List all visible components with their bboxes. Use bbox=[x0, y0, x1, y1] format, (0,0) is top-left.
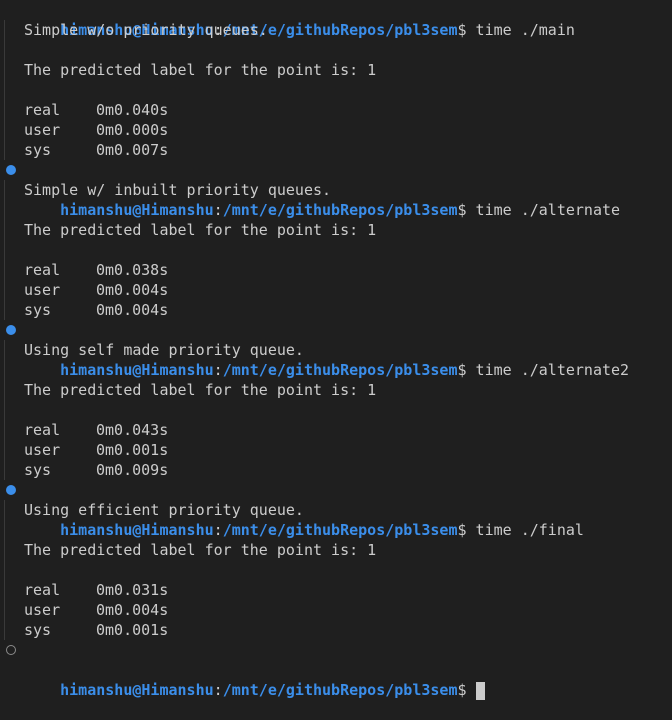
time-label: real bbox=[24, 421, 61, 439]
current-prompt-line[interactable]: himanshu@Himanshu:/mnt/e/githubRepos/pbl… bbox=[0, 640, 672, 700]
text-cursor[interactable] bbox=[475, 681, 485, 700]
output-message: Using self made priority queue. bbox=[24, 341, 304, 359]
time-label: sys bbox=[24, 141, 52, 159]
time-label: user bbox=[24, 601, 61, 619]
time-value: 0m0.043s bbox=[96, 421, 169, 439]
prompt-line: himanshu@Himanshu:/mnt/e/githubRepos/pbl… bbox=[0, 320, 672, 379]
command-gutter-bar bbox=[4, 20, 5, 160]
time-user: user 0m0.004s bbox=[0, 600, 672, 620]
time-sys: sys 0m0.009s bbox=[0, 460, 672, 480]
time-value: 0m0.001s bbox=[96, 441, 169, 459]
time-value: 0m0.038s bbox=[96, 261, 169, 279]
output-result: The predicted label for the point is: 1 bbox=[24, 221, 377, 239]
prompt-line: himanshu@Himanshu:/mnt/e/githubRepos/pbl… bbox=[0, 160, 672, 219]
time-value: 0m0.001s bbox=[96, 621, 169, 639]
time-user: user 0m0.000s bbox=[0, 120, 672, 140]
command-gutter-bar bbox=[4, 340, 5, 480]
time-label: user bbox=[24, 441, 61, 459]
output-result: The predicted label for the point is: 1 bbox=[24, 381, 377, 399]
time-label: sys bbox=[24, 621, 52, 639]
time-label: sys bbox=[24, 461, 52, 479]
prompt-line: himanshu@Himanshu:/mnt/e/githubRepos/pbl… bbox=[0, 0, 672, 39]
time-sys: sys 0m0.004s bbox=[0, 300, 672, 320]
output-result: The predicted label for the point is: 1 bbox=[24, 541, 377, 559]
command-success-dot-icon[interactable] bbox=[6, 325, 16, 335]
command-success-dot-icon[interactable] bbox=[6, 165, 16, 175]
output-message: Simple w/ inbuilt priority queues. bbox=[24, 181, 332, 199]
time-value: 0m0.004s bbox=[96, 301, 169, 319]
time-real: real 0m0.040s bbox=[0, 100, 672, 120]
time-label: real bbox=[24, 261, 61, 279]
prompt-separator: : bbox=[213, 681, 223, 699]
time-value: 0m0.000s bbox=[96, 121, 169, 139]
prompt-path: /mnt/e/githubRepos/pbl3sem bbox=[222, 681, 458, 699]
time-value: 0m0.007s bbox=[96, 141, 169, 159]
command-pending-dot-icon[interactable] bbox=[6, 645, 16, 655]
time-value: 0m0.031s bbox=[96, 581, 169, 599]
time-label: real bbox=[24, 581, 61, 599]
output-message: Simple w/o priority queues. bbox=[24, 21, 268, 39]
command-gutter-bar bbox=[4, 500, 5, 640]
time-value: 0m0.004s bbox=[96, 281, 169, 299]
prompt-symbol: $ bbox=[457, 681, 467, 699]
time-real: real 0m0.031s bbox=[0, 580, 672, 600]
command-success-dot-icon[interactable] bbox=[6, 485, 16, 495]
time-real: real 0m0.043s bbox=[0, 420, 672, 440]
time-user: user 0m0.004s bbox=[0, 280, 672, 300]
command-gutter-bar bbox=[4, 180, 5, 320]
time-sys: sys 0m0.001s bbox=[0, 620, 672, 640]
time-value: 0m0.009s bbox=[96, 461, 169, 479]
output-result: The predicted label for the point is: 1 bbox=[24, 61, 377, 79]
time-user: user 0m0.001s bbox=[0, 440, 672, 460]
time-label: user bbox=[24, 281, 61, 299]
output-message: Using efficient priority queue. bbox=[24, 501, 304, 519]
time-sys: sys 0m0.007s bbox=[0, 140, 672, 160]
time-value: 0m0.040s bbox=[96, 101, 169, 119]
time-label: real bbox=[24, 101, 61, 119]
terminal-output[interactable]: himanshu@Himanshu:/mnt/e/githubRepos/pbl… bbox=[0, 0, 672, 700]
prompt-user: himanshu@Himanshu bbox=[60, 681, 214, 699]
time-label: user bbox=[24, 121, 61, 139]
time-real: real 0m0.038s bbox=[0, 260, 672, 280]
prompt-line: himanshu@Himanshu:/mnt/e/githubRepos/pbl… bbox=[0, 480, 672, 539]
time-label: sys bbox=[24, 301, 52, 319]
time-value: 0m0.004s bbox=[96, 601, 169, 619]
